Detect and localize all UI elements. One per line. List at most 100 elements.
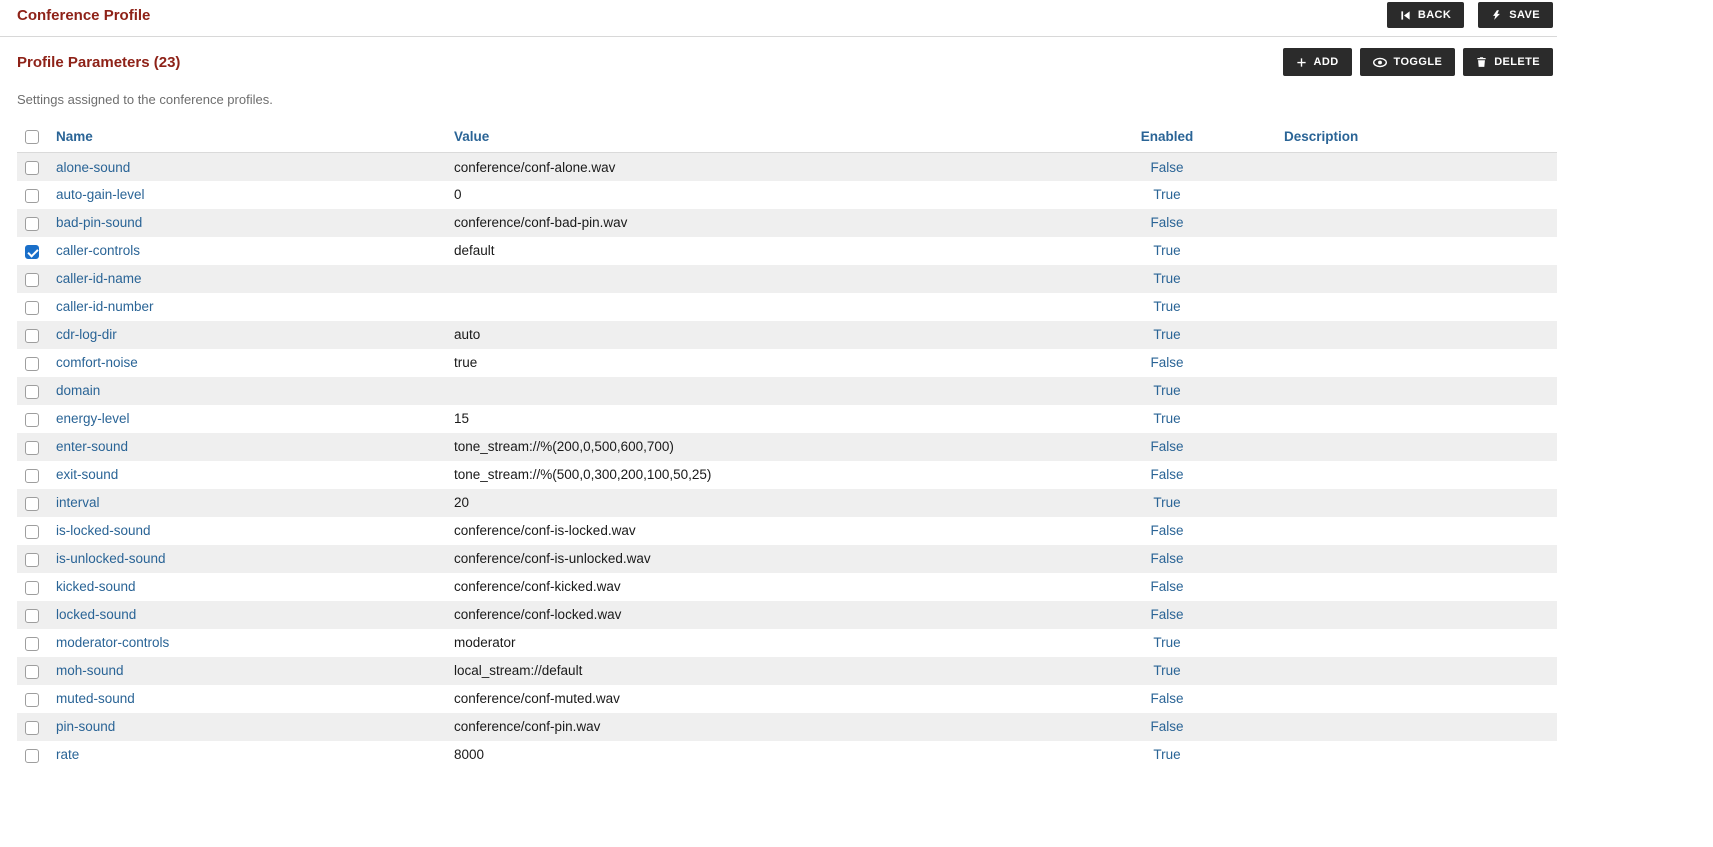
table-row: exit-sound tone_stream://%(500,0,300,200…: [17, 461, 1557, 489]
param-name-link[interactable]: energy-level: [56, 411, 130, 426]
column-header-description[interactable]: Description: [1277, 124, 1557, 153]
table-row: caller-id-name True: [17, 265, 1557, 293]
param-enabled-link[interactable]: False: [1150, 691, 1183, 706]
param-name-link[interactable]: enter-sound: [56, 439, 128, 454]
param-enabled-link[interactable]: True: [1153, 383, 1180, 398]
row-checkbox[interactable]: [25, 497, 39, 511]
back-button[interactable]: BACK: [1387, 2, 1464, 28]
param-name-link[interactable]: caller-id-number: [56, 299, 154, 314]
param-enabled-link[interactable]: True: [1153, 243, 1180, 258]
param-value: conference/conf-pin.wav: [454, 719, 600, 734]
row-checkbox[interactable]: [25, 357, 39, 371]
param-value: 20: [454, 495, 469, 510]
param-enabled-link[interactable]: False: [1150, 551, 1183, 566]
param-name-link[interactable]: moderator-controls: [56, 635, 169, 650]
param-value: true: [454, 355, 477, 370]
delete-button[interactable]: DELETE: [1463, 48, 1553, 76]
row-checkbox[interactable]: [25, 693, 39, 707]
param-value: tone_stream://%(500,0,300,200,100,50,25): [454, 467, 711, 482]
select-all-checkbox[interactable]: [25, 130, 39, 144]
param-name-link[interactable]: cdr-log-dir: [56, 327, 117, 342]
row-checkbox[interactable]: [25, 413, 39, 427]
param-enabled-link[interactable]: True: [1153, 299, 1180, 314]
param-enabled-link[interactable]: True: [1153, 635, 1180, 650]
param-name-link[interactable]: caller-id-name: [56, 271, 142, 286]
param-enabled-link[interactable]: False: [1150, 579, 1183, 594]
param-enabled-link[interactable]: True: [1153, 271, 1180, 286]
param-name-link[interactable]: kicked-sound: [56, 579, 136, 594]
table-row: muted-sound conference/conf-muted.wav Fa…: [17, 685, 1557, 713]
table-header: Name Value Enabled Description: [17, 124, 1557, 153]
param-name-link[interactable]: comfort-noise: [56, 355, 138, 370]
param-value: conference/conf-kicked.wav: [454, 579, 621, 594]
table-actions: ADD TOGGLE DELETE: [1283, 48, 1554, 76]
table-body: alone-sound conference/conf-alone.wav Fa…: [17, 153, 1557, 769]
param-enabled-link[interactable]: True: [1153, 747, 1180, 762]
param-enabled-link[interactable]: False: [1150, 215, 1183, 230]
param-enabled-link[interactable]: False: [1150, 355, 1183, 370]
param-name-link[interactable]: is-unlocked-sound: [56, 551, 166, 566]
param-enabled-link[interactable]: False: [1150, 607, 1183, 622]
section-title: Profile Parameters (23): [17, 54, 180, 71]
table-row: caller-controls default True: [17, 237, 1557, 265]
row-checkbox[interactable]: [25, 273, 39, 287]
param-name-link[interactable]: auto-gain-level: [56, 187, 145, 202]
param-name-link[interactable]: bad-pin-sound: [56, 215, 142, 230]
row-checkbox[interactable]: [25, 329, 39, 343]
param-value: auto: [454, 327, 480, 342]
row-checkbox[interactable]: [25, 217, 39, 231]
top-actions: BACK SAVE: [1387, 2, 1553, 28]
toggle-button-label: TOGGLE: [1394, 56, 1443, 68]
row-checkbox[interactable]: [25, 301, 39, 315]
param-name-link[interactable]: alone-sound: [56, 160, 130, 175]
param-name-link[interactable]: moh-sound: [56, 663, 124, 678]
row-checkbox[interactable]: [25, 385, 39, 399]
row-checkbox[interactable]: [25, 609, 39, 623]
row-checkbox[interactable]: [25, 441, 39, 455]
table-row: domain True: [17, 377, 1557, 405]
row-checkbox[interactable]: [25, 161, 39, 175]
param-enabled-link[interactable]: True: [1153, 327, 1180, 342]
param-name-link[interactable]: domain: [56, 383, 100, 398]
row-checkbox[interactable]: [25, 637, 39, 651]
row-checkbox[interactable]: [25, 469, 39, 483]
param-enabled-link[interactable]: False: [1150, 160, 1183, 175]
param-enabled-link[interactable]: False: [1150, 719, 1183, 734]
save-button[interactable]: SAVE: [1478, 2, 1553, 28]
row-checkbox[interactable]: [25, 749, 39, 763]
row-checkbox[interactable]: [25, 189, 39, 203]
param-enabled-link[interactable]: True: [1153, 495, 1180, 510]
param-name-link[interactable]: locked-sound: [56, 607, 136, 622]
param-enabled-link[interactable]: True: [1153, 187, 1180, 202]
row-checkbox[interactable]: [25, 665, 39, 679]
delete-button-label: DELETE: [1494, 56, 1540, 68]
table-row: is-unlocked-sound conference/conf-is-unl…: [17, 545, 1557, 573]
param-value: conference/conf-muted.wav: [454, 691, 620, 706]
column-header-name[interactable]: Name: [49, 124, 447, 153]
param-value: conference/conf-is-unlocked.wav: [454, 551, 651, 566]
row-checkbox[interactable]: [25, 553, 39, 567]
param-enabled-link[interactable]: False: [1150, 523, 1183, 538]
param-enabled-link[interactable]: False: [1150, 439, 1183, 454]
param-name-link[interactable]: rate: [56, 747, 79, 762]
row-checkbox[interactable]: [25, 721, 39, 735]
param-name-link[interactable]: muted-sound: [56, 691, 135, 706]
param-enabled-link[interactable]: False: [1150, 467, 1183, 482]
param-name-link[interactable]: exit-sound: [56, 467, 118, 482]
row-checkbox[interactable]: [25, 245, 39, 259]
page-title: Conference Profile: [17, 7, 150, 24]
add-button-label: ADD: [1314, 56, 1339, 68]
param-name-link[interactable]: caller-controls: [56, 243, 140, 258]
toggle-button[interactable]: TOGGLE: [1360, 48, 1456, 76]
add-button[interactable]: ADD: [1283, 48, 1352, 76]
param-name-link[interactable]: pin-sound: [56, 719, 115, 734]
param-name-link[interactable]: interval: [56, 495, 100, 510]
row-checkbox[interactable]: [25, 581, 39, 595]
param-enabled-link[interactable]: True: [1153, 663, 1180, 678]
param-enabled-link[interactable]: True: [1153, 411, 1180, 426]
table-row: comfort-noise true False: [17, 349, 1557, 377]
row-checkbox[interactable]: [25, 525, 39, 539]
param-name-link[interactable]: is-locked-sound: [56, 523, 151, 538]
param-value: moderator: [454, 635, 516, 650]
column-header-value[interactable]: Value: [447, 124, 1057, 153]
